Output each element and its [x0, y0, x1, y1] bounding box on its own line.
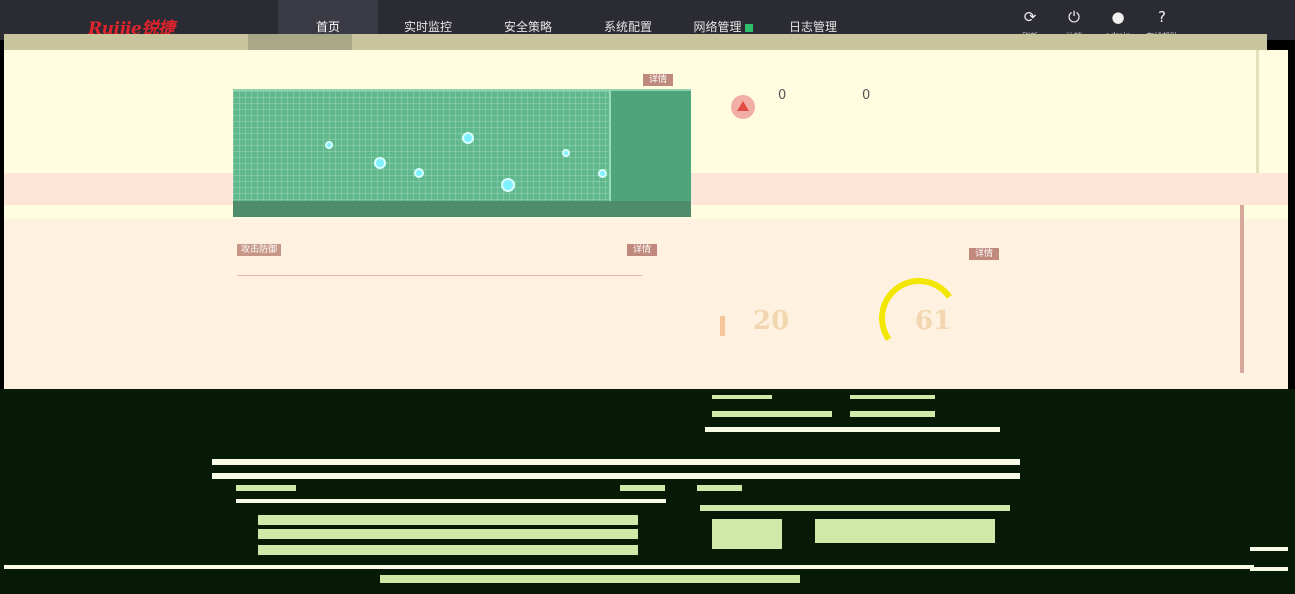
artifact-row — [258, 515, 638, 525]
threat-table-header — [237, 262, 642, 276]
network-topology-map[interactable] — [233, 89, 691, 217]
artifact-row — [712, 519, 782, 549]
artifact-row — [712, 395, 772, 399]
artifact-row — [712, 411, 832, 417]
topology-node[interactable] — [501, 178, 515, 192]
artifact-band — [1250, 567, 1288, 571]
alert-count-a: 0 — [778, 88, 787, 103]
artifact-row — [697, 485, 742, 491]
artifact-row — [236, 485, 296, 491]
logout-icon: ⏻ — [1068, 8, 1080, 26]
artifact-band — [236, 499, 666, 503]
topology-node[interactable] — [374, 157, 386, 169]
scrollbar-thumb[interactable] — [1240, 205, 1244, 373]
alert-count-b: 0 — [862, 88, 871, 103]
topology-node[interactable] — [462, 132, 474, 144]
topology-node[interactable] — [325, 141, 333, 149]
usage-gauge-bar — [720, 316, 725, 336]
artifact-row — [258, 529, 638, 539]
artifact-row — [620, 485, 665, 491]
topology-side-panel — [609, 91, 691, 217]
artifact-row — [815, 519, 995, 543]
sub-bar — [4, 34, 1267, 50]
scrollbar-track[interactable] — [1256, 50, 1259, 173]
usage-value-b: 61 — [915, 306, 952, 336]
artifact-band — [4, 565, 1254, 569]
artifact-row — [700, 505, 1010, 511]
artifact-row — [850, 395, 935, 399]
user-icon: ● — [1111, 8, 1125, 26]
nav-mark-icon — [744, 23, 753, 32]
topology-status-bar — [233, 201, 691, 217]
rendering-artifact-region — [0, 389, 1295, 594]
usage-value-a: 20 — [753, 306, 790, 336]
artifact-row — [380, 575, 800, 583]
topology-node[interactable] — [598, 169, 607, 178]
artifact-band — [212, 473, 1020, 479]
help-icon: ? — [1158, 8, 1166, 26]
refresh-icon: ⟳ — [1023, 8, 1037, 26]
topology-detail-button[interactable]: 详情 — [643, 74, 674, 86]
artifact-band — [212, 459, 1020, 465]
app-root: Ruijie锐捷 首页 实时监控 安全策略 系统配置 网络管理 日志管理 ⟳ 刷… — [0, 0, 1295, 594]
artifact-band — [1250, 547, 1288, 551]
topology-node[interactable] — [562, 149, 570, 157]
usage-detail-button[interactable]: 详情 — [969, 248, 1000, 260]
artifact-row — [850, 411, 935, 417]
threat-detail-button[interactable]: 详情 — [627, 244, 658, 256]
threat-tag: 攻击防御 — [237, 244, 282, 256]
alert-icon — [731, 95, 755, 119]
sub-bar-active-segment — [248, 34, 352, 50]
nav-network-management-label: 网络管理 — [693, 20, 742, 34]
topology-node[interactable] — [414, 168, 424, 178]
artifact-band — [705, 427, 1000, 432]
artifact-row — [258, 545, 638, 555]
